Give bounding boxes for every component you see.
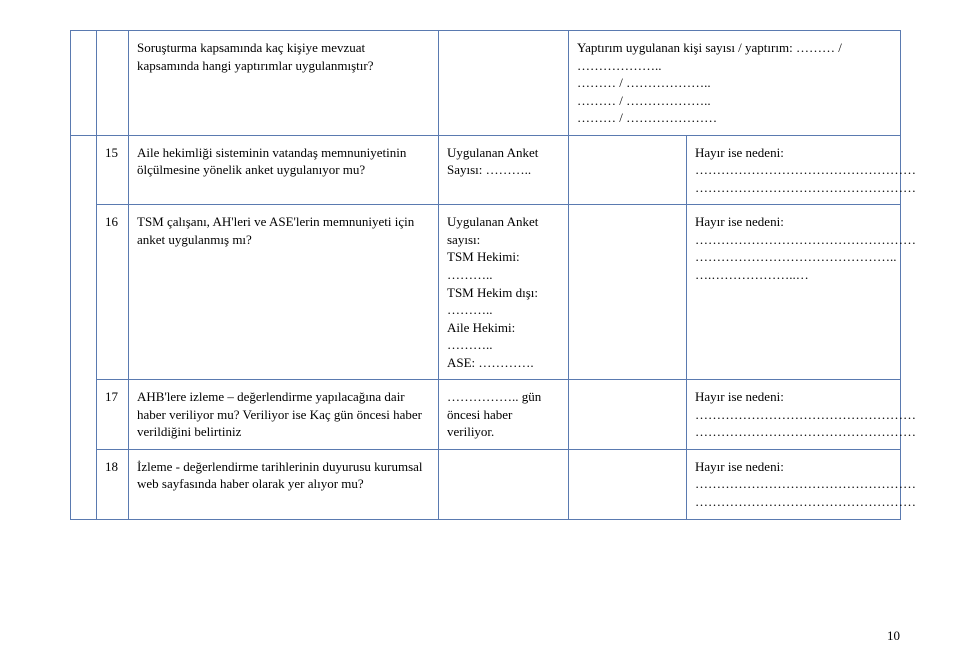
row-number: 15: [97, 135, 129, 205]
question-cell: AHB'lere izleme – değerlendirme yapılaca…: [129, 380, 439, 450]
sanction-text: Yaptırım uygulanan kişi sayısı / yaptırı…: [577, 40, 842, 125]
reason-text: Hayır ise nedeni:………………………………………………………………: [695, 214, 916, 282]
reason-text: Hayır ise nedeni:………………………………………………………………: [695, 389, 916, 439]
col3-text: Uygulanan Anket sayısı:TSM Hekimi: ………..…: [447, 214, 538, 369]
table-row: 18 İzleme - değerlendirme tarihlerinin d…: [71, 449, 901, 519]
reason-cell: Hayır ise nedeni:………………………………………………………………: [687, 135, 901, 205]
reason-text: Hayır ise nedeni:………………………………………………………………: [695, 459, 916, 509]
question-cell: Aile hekimliği sisteminin vatandaş memnu…: [129, 135, 439, 205]
col3-cell: Uygulanan Anket Sayısı: ………..: [439, 135, 569, 205]
cell-blank: [71, 135, 97, 519]
question-cell: TSM çalışanı, AH'leri ve ASE'lerin memnu…: [129, 205, 439, 380]
question-cell: İzleme - değerlendirme tarihlerinin duyu…: [129, 449, 439, 519]
table-row: 17 AHB'lere izleme – değerlendirme yapıl…: [71, 380, 901, 450]
cell-blank: [569, 449, 687, 519]
cell-blank: [569, 380, 687, 450]
form-table: Soruşturma kapsamında kaç kişiye mevzuat…: [70, 30, 901, 520]
row-number: 18: [97, 449, 129, 519]
reason-cell: Hayır ise nedeni:………………………………………………………………: [687, 449, 901, 519]
col3-text: …………….. gün öncesi haber veriliyor.: [447, 389, 541, 439]
col3-cell: …………….. gün öncesi haber veriliyor.: [439, 380, 569, 450]
table-row: 16 TSM çalışanı, AH'leri ve ASE'lerin me…: [71, 205, 901, 380]
question-text: Soruşturma kapsamında kaç kişiye mevzuat…: [137, 40, 373, 73]
question-text: Aile hekimliği sisteminin vatandaş memnu…: [137, 145, 406, 178]
cell-blank: [71, 31, 97, 136]
table-row: 15 Aile hekimliği sisteminin vatandaş me…: [71, 135, 901, 205]
reason-cell: Hayır ise nedeni:………………………………………………………………: [687, 205, 901, 380]
cell-blank: [439, 31, 569, 136]
sanction-cell: Yaptırım uygulanan kişi sayısı / yaptırı…: [569, 31, 901, 136]
question-text: TSM çalışanı, AH'leri ve ASE'lerin memnu…: [137, 214, 414, 247]
cell-blank: [97, 31, 129, 136]
question-cell: Soruşturma kapsamında kaç kişiye mevzuat…: [129, 31, 439, 136]
reason-text: Hayır ise nedeni:………………………………………………………………: [695, 145, 916, 195]
cell-blank: [569, 135, 687, 205]
reason-cell: Hayır ise nedeni:………………………………………………………………: [687, 380, 901, 450]
question-text: AHB'lere izleme – değerlendirme yapılaca…: [137, 389, 422, 439]
cell-blank: [569, 205, 687, 380]
col3-text: Uygulanan Anket Sayısı: ………..: [447, 145, 538, 178]
table-row: Soruşturma kapsamında kaç kişiye mevzuat…: [71, 31, 901, 136]
cell-blank: [439, 449, 569, 519]
page-number: 10: [887, 628, 900, 644]
row-number: 17: [97, 380, 129, 450]
row-number: 16: [97, 205, 129, 380]
question-text: İzleme - değerlendirme tarihlerinin duyu…: [137, 459, 423, 492]
col3-cell: Uygulanan Anket sayısı:TSM Hekimi: ………..…: [439, 205, 569, 380]
